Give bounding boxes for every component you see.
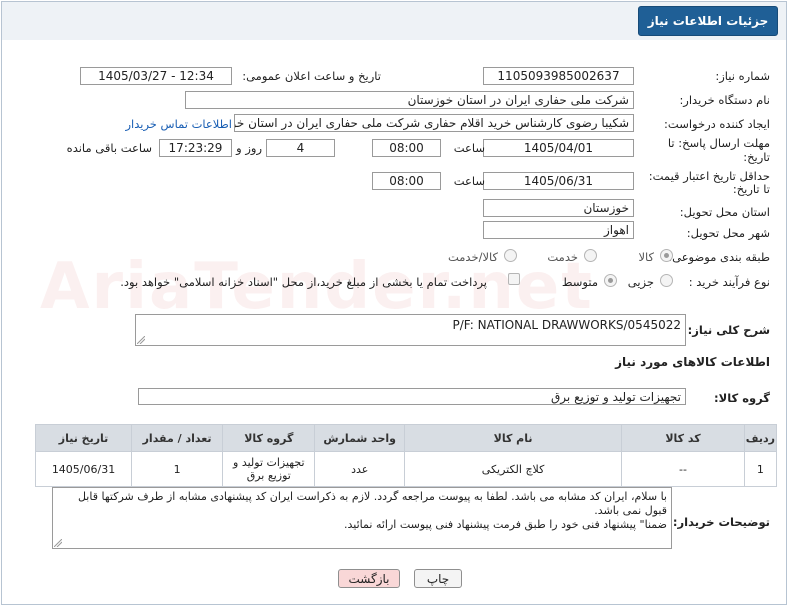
treasury-payment-note: پرداخت تمام یا بخشی از مبلغ خرید،از محل … xyxy=(120,275,487,289)
goods-group-field: تجهیزات تولید و توزیع برق xyxy=(138,388,686,405)
category-option-goods-service: کالا/خدمت xyxy=(447,250,498,264)
buyer-notes-line-2: ضمنا" پیشنهاد فنی خود را طبق فرمت پیشنها… xyxy=(344,518,667,531)
remaining-days: 4 xyxy=(266,139,335,157)
resize-handle-icon[interactable] xyxy=(137,336,145,344)
panel-title: جزئیات اطلاعات نیاز xyxy=(638,6,778,36)
reply-deadline-date: 1405/04/01 xyxy=(483,139,634,157)
col-row-header: ردیف xyxy=(743,424,778,452)
notes-resize-handle-icon[interactable] xyxy=(54,539,62,547)
cell-code: -- xyxy=(621,451,745,487)
buyer-org-label: نام دستگاه خریدار: xyxy=(679,93,770,107)
cell-date: 1405/06/31 xyxy=(34,451,133,487)
requester-field: شکیبا رضوی کارشناس خرید اقلام حفاری شرکت… xyxy=(234,114,634,132)
process-option-minor: جزیی xyxy=(627,275,654,289)
category-radio-goods-service[interactable] xyxy=(504,249,517,262)
process-option-medium: متوسط xyxy=(561,275,598,289)
process-radio-minor[interactable] xyxy=(660,274,673,287)
price-validity-label-2: تا تاریخ: xyxy=(732,182,770,196)
process-radio-medium[interactable] xyxy=(604,274,617,287)
buyer-notes-field[interactable]: با سلام، ایران کد مشابه می باشد. لطفا به… xyxy=(52,487,672,549)
price-validity-label: حداقل تاریخ اعتبار قیمت: xyxy=(648,169,770,183)
need-number-label: شماره نیاز: xyxy=(715,69,770,83)
announce-datetime-label: تاریخ و ساعت اعلان عمومی: xyxy=(242,69,381,83)
price-validity-time: 08:00 xyxy=(372,172,441,190)
general-description-label: شرح کلی نیاز: xyxy=(687,323,770,337)
category-label: طبقه بندی موضوعی: xyxy=(668,250,770,264)
remaining-time: 17:23:29 xyxy=(159,139,232,157)
requester-label: ایجاد کننده درخواست: xyxy=(664,117,770,131)
general-description-text: P/F: NATIONAL DRAWWORKS/0545022 xyxy=(452,318,682,332)
col-unit-header: واحد شمارش xyxy=(314,424,405,452)
col-name-header: نام کالا xyxy=(403,424,623,452)
table-row: 1 -- کلاچ الکتریکی عدد تجهیزات تولید و ت… xyxy=(34,451,778,487)
general-description-field[interactable]: P/F: NATIONAL DRAWWORKS/0545022 xyxy=(135,314,686,346)
col-group-header: گروه کالا xyxy=(222,424,316,452)
buyer-org-field: شرکت ملی حفاری ایران در استان خوزستان xyxy=(185,91,634,109)
reply-deadline-label-2: تاریخ: xyxy=(743,150,770,164)
col-qty-header: تعداد / مقدار xyxy=(131,424,224,452)
days-label: روز و xyxy=(236,141,262,155)
delivery-city-field: اهواز xyxy=(483,221,634,239)
buyer-contact-link[interactable]: اطلاعات تماس خریدار xyxy=(125,117,232,131)
delivery-province-field: خوزستان xyxy=(483,199,634,217)
col-date-header: تاریخ نیاز xyxy=(34,424,133,452)
reply-deadline-time: 08:00 xyxy=(372,139,441,157)
cell-group: تجهیزات تولید و توزیع برق xyxy=(222,451,316,487)
announce-datetime-field: 1405/03/27 - 12:34 xyxy=(80,67,232,85)
cell-name: کلاچ الکتریکی xyxy=(403,451,623,487)
goods-group-label-text: گروه کالا: xyxy=(714,391,770,405)
category-option-goods: کالا xyxy=(638,250,654,264)
delivery-province-label: استان محل تحویل: xyxy=(679,205,770,219)
buyer-notes-line-1: با سلام، ایران کد مشابه می باشد. لطفا به… xyxy=(77,490,667,517)
category-radio-service[interactable] xyxy=(584,249,597,262)
back-button[interactable]: بازگشت xyxy=(338,569,400,588)
need-number-field: 1105093985002637 xyxy=(483,67,634,85)
goods-table: ردیف کد کالا نام کالا واحد شمارش گروه کا… xyxy=(34,424,778,487)
delivery-city-label: شهر محل تحویل: xyxy=(686,226,770,240)
cell-qty: 1 xyxy=(131,451,224,487)
reply-time-label: ساعت xyxy=(453,141,485,155)
category-radio-goods[interactable] xyxy=(660,249,673,262)
cell-unit: عدد xyxy=(314,451,405,487)
col-code-header: کد کالا xyxy=(621,424,745,452)
price-validity-date: 1405/06/31 xyxy=(483,172,634,190)
buyer-notes-label: توضیحات خریدار: xyxy=(672,515,770,529)
reply-deadline-label: مهلت ارسال پاسخ: تا xyxy=(667,136,770,150)
process-type-label: نوع فرآیند خرید : xyxy=(688,275,770,289)
category-option-service: خدمت xyxy=(547,250,578,264)
table-header-row: ردیف کد کالا نام کالا واحد شمارش گروه کا… xyxy=(34,424,778,452)
print-button[interactable]: چاپ xyxy=(414,569,462,588)
cell-row: 1 xyxy=(743,451,778,487)
goods-info-title: اطلاعات کالاهای مورد نیاز xyxy=(615,355,770,369)
treasury-payment-checkbox[interactable] xyxy=(508,273,520,285)
remaining-time-label: ساعت باقی مانده xyxy=(66,141,152,155)
price-time-label: ساعت xyxy=(453,174,485,188)
